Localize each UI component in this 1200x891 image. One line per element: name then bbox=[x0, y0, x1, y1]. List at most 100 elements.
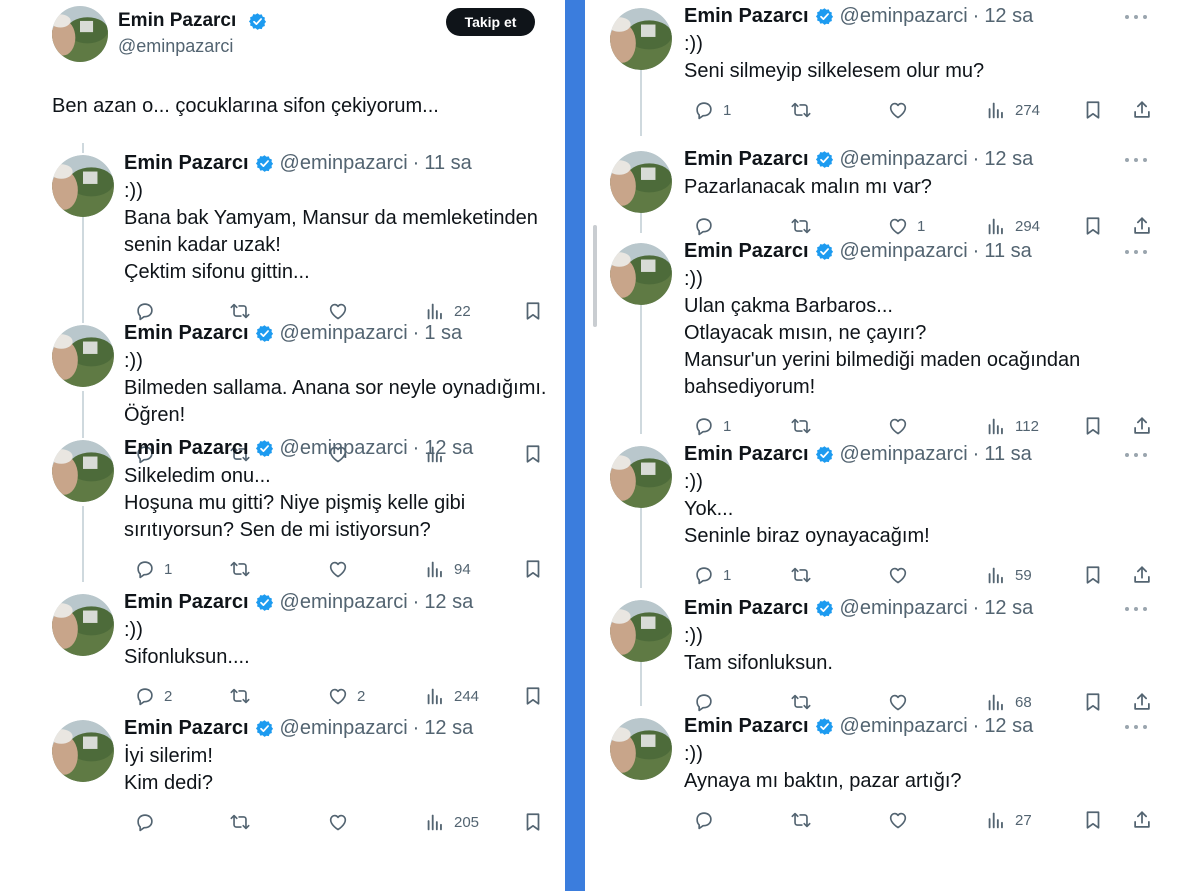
reply-button[interactable] bbox=[685, 215, 715, 237]
retweet-button[interactable] bbox=[782, 691, 812, 713]
retweet-button[interactable] bbox=[221, 300, 251, 322]
tweet-timestamp[interactable]: 12 sa bbox=[424, 591, 473, 614]
tweet-timestamp[interactable]: 1 sa bbox=[424, 322, 462, 345]
more-icon[interactable] bbox=[1125, 15, 1147, 21]
reply-button[interactable] bbox=[685, 691, 715, 713]
views-button[interactable]: 68 bbox=[977, 691, 1032, 713]
bookmark-button[interactable] bbox=[1074, 564, 1104, 586]
author-handle[interactable]: @eminpazarci bbox=[840, 597, 968, 620]
author-handle[interactable]: @eminpazarci bbox=[280, 152, 408, 175]
author-name[interactable]: Emin Pazarcı bbox=[684, 5, 809, 28]
bookmark-button[interactable] bbox=[1074, 691, 1104, 713]
tweet-timestamp[interactable]: 12 sa bbox=[984, 148, 1033, 171]
more-icon[interactable] bbox=[1125, 250, 1147, 256]
like-button[interactable] bbox=[319, 811, 349, 833]
avatar[interactable] bbox=[52, 155, 114, 217]
like-button[interactable] bbox=[879, 691, 909, 713]
author-name[interactable]: Emin Pazarcı bbox=[124, 322, 249, 345]
bookmark-button[interactable] bbox=[514, 558, 544, 580]
retweet-button[interactable] bbox=[221, 685, 251, 707]
reply-button[interactable]: 2 bbox=[126, 685, 172, 707]
reply-button[interactable]: 1 bbox=[685, 99, 731, 121]
more-icon[interactable] bbox=[1125, 158, 1147, 164]
author-handle[interactable]: @eminpazarci bbox=[840, 715, 968, 738]
avatar[interactable] bbox=[610, 446, 672, 508]
header-avatar[interactable] bbox=[52, 6, 108, 62]
bookmark-button[interactable] bbox=[514, 443, 544, 465]
reply-button[interactable]: 1 bbox=[126, 558, 172, 580]
retweet-button[interactable] bbox=[221, 558, 251, 580]
more-icon[interactable] bbox=[1125, 607, 1147, 613]
author-handle[interactable]: @eminpazarci bbox=[280, 322, 408, 345]
avatar[interactable] bbox=[610, 243, 672, 305]
author-name[interactable]: Emin Pazarcı bbox=[124, 152, 249, 175]
avatar[interactable] bbox=[52, 440, 114, 502]
views-button[interactable]: 274 bbox=[977, 99, 1040, 121]
more-icon[interactable] bbox=[1125, 725, 1147, 731]
reply-button[interactable] bbox=[126, 811, 156, 833]
author-name[interactable]: Emin Pazarcı bbox=[684, 715, 809, 738]
avatar[interactable] bbox=[610, 151, 672, 213]
like-button[interactable] bbox=[319, 558, 349, 580]
retweet-button[interactable] bbox=[782, 809, 812, 831]
bookmark-button[interactable] bbox=[1074, 99, 1104, 121]
author-handle[interactable]: @eminpazarci bbox=[840, 5, 968, 28]
author-name[interactable]: Emin Pazarcı bbox=[124, 437, 249, 460]
views-button[interactable]: 294 bbox=[977, 215, 1040, 237]
like-button[interactable] bbox=[879, 415, 909, 437]
like-button[interactable] bbox=[319, 300, 349, 322]
views-button[interactable]: 205 bbox=[416, 811, 479, 833]
tweet-timestamp[interactable]: 12 sa bbox=[424, 717, 473, 740]
author-name[interactable]: Emin Pazarcı bbox=[684, 240, 809, 263]
retweet-button[interactable] bbox=[221, 811, 251, 833]
tweet-timestamp[interactable]: 12 sa bbox=[984, 5, 1033, 28]
retweet-button[interactable] bbox=[782, 415, 812, 437]
retweet-button[interactable] bbox=[782, 99, 812, 121]
share-button[interactable] bbox=[1123, 564, 1153, 586]
author-name[interactable]: Emin Pazarcı bbox=[684, 443, 809, 466]
header-author-handle[interactable]: @eminpazarci bbox=[118, 36, 233, 57]
author-handle[interactable]: @eminpazarci bbox=[280, 717, 408, 740]
reply-button[interactable] bbox=[685, 809, 715, 831]
reply-button[interactable] bbox=[126, 300, 156, 322]
tweet-timestamp[interactable]: 11 sa bbox=[984, 240, 1031, 263]
bookmark-button[interactable] bbox=[514, 300, 544, 322]
bookmark-button[interactable] bbox=[1074, 809, 1104, 831]
like-button[interactable]: 2 bbox=[319, 685, 365, 707]
more-icon[interactable] bbox=[1125, 453, 1147, 459]
tweet-timestamp[interactable]: 11 sa bbox=[424, 152, 471, 175]
views-button[interactable]: 112 bbox=[977, 415, 1039, 437]
follow-button[interactable]: Takip et bbox=[446, 8, 535, 36]
views-button[interactable]: 59 bbox=[977, 564, 1032, 586]
bookmark-button[interactable] bbox=[514, 811, 544, 833]
author-handle[interactable]: @eminpazarci bbox=[840, 240, 968, 263]
avatar[interactable] bbox=[52, 720, 114, 782]
scrollbar[interactable] bbox=[593, 225, 597, 327]
retweet-button[interactable] bbox=[782, 215, 812, 237]
tweet-timestamp[interactable]: 12 sa bbox=[424, 437, 473, 460]
avatar[interactable] bbox=[52, 325, 114, 387]
author-handle[interactable]: @eminpazarci bbox=[840, 148, 968, 171]
views-button[interactable]: 94 bbox=[416, 558, 471, 580]
bookmark-button[interactable] bbox=[1074, 215, 1104, 237]
views-button[interactable]: 22 bbox=[416, 300, 471, 322]
author-name[interactable]: Emin Pazarcı bbox=[684, 597, 809, 620]
author-name[interactable]: Emin Pazarcı bbox=[124, 591, 249, 614]
tweet-timestamp[interactable]: 12 sa bbox=[984, 597, 1033, 620]
avatar[interactable] bbox=[610, 600, 672, 662]
author-handle[interactable]: @eminpazarci bbox=[280, 437, 408, 460]
share-button[interactable] bbox=[1123, 415, 1153, 437]
reply-button[interactable]: 1 bbox=[685, 564, 731, 586]
tweet-timestamp[interactable]: 11 sa bbox=[984, 443, 1031, 466]
avatar[interactable] bbox=[52, 594, 114, 656]
header-author[interactable]: Emin Pazarcı bbox=[118, 10, 273, 32]
avatar[interactable] bbox=[610, 718, 672, 780]
like-button[interactable] bbox=[879, 809, 909, 831]
author-handle[interactable]: @eminpazarci bbox=[280, 591, 408, 614]
bookmark-button[interactable] bbox=[1074, 415, 1104, 437]
views-button[interactable]: 244 bbox=[416, 685, 479, 707]
avatar[interactable] bbox=[610, 8, 672, 70]
retweet-button[interactable] bbox=[782, 564, 812, 586]
share-button[interactable] bbox=[1123, 215, 1153, 237]
views-button[interactable]: 27 bbox=[977, 809, 1032, 831]
